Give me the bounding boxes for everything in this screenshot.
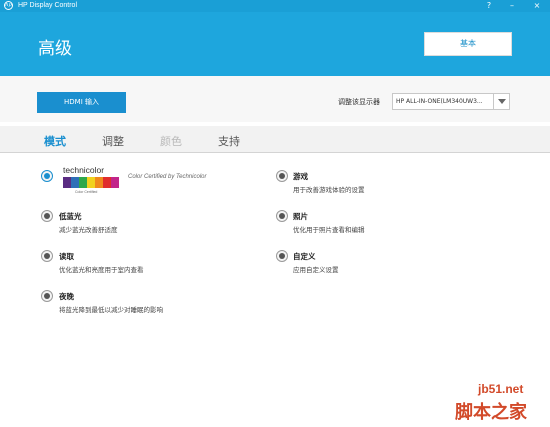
page-title: 高级 (38, 39, 72, 59)
watermark-site: jb51.net (478, 382, 524, 396)
reading-desc: 优化蓝光和亮度用于室内查看 (59, 266, 144, 274)
radio-technicolor[interactable] (41, 170, 53, 182)
low-blue-light-desc: 减少蓝光改善舒适度 (59, 226, 118, 234)
photo-desc: 优化用于照片查看和编辑 (293, 226, 365, 234)
radio-gaming[interactable] (276, 170, 288, 182)
technicolor-logo-sub: Color Certified (75, 190, 98, 194)
logo-stripe (103, 177, 111, 188)
monitor-select-label: 调整该显示器 (338, 98, 380, 106)
radio-dot (279, 173, 285, 179)
tab-bar: 模式 调整 颜色 支持 (0, 126, 550, 153)
technicolor-logo-word: technicolor (63, 165, 105, 175)
logo-stripe (87, 177, 95, 188)
low-blue-light-title: 低蓝光 (59, 212, 82, 221)
night-desc: 将蓝光降到最低以减少对睡眠的影响 (59, 306, 163, 314)
mode-options-panel: technicolor Color Certified Color Certif… (0, 154, 550, 427)
dropdown-toggle[interactable] (493, 94, 509, 109)
radio-selected-dot (44, 173, 50, 179)
radio-dot (279, 253, 285, 259)
radio-photo[interactable] (276, 210, 288, 222)
radio-reading[interactable] (41, 250, 53, 262)
basic-mode-button[interactable]: 基本 (424, 32, 512, 56)
hp-logo-icon: hp (4, 1, 13, 10)
radio-dot (44, 253, 50, 259)
hdmi-input-button[interactable]: HDMI 输入 (37, 92, 126, 113)
minimize-button[interactable]: – (505, 0, 519, 12)
logo-stripe (95, 177, 103, 188)
close-button[interactable]: × (530, 0, 544, 12)
radio-low-blue-light[interactable] (41, 210, 53, 222)
technicolor-certified-text: Color Certified by Technicolor (128, 174, 207, 180)
technicolor-logo: technicolor Color Certified (63, 165, 123, 197)
gaming-title: 游戏 (293, 172, 308, 181)
logo-stripe (111, 177, 119, 188)
logo-stripe (71, 177, 79, 188)
radio-custom[interactable] (276, 250, 288, 262)
monitor-select-value: HP ALL-IN-ONE(LM340UW3... (396, 98, 483, 105)
radio-dot (44, 213, 50, 219)
custom-title: 自定义 (293, 252, 316, 261)
reading-title: 读取 (59, 252, 74, 261)
custom-desc: 应用自定义设置 (293, 266, 339, 274)
window-title: HP Display Control (18, 2, 78, 9)
radio-night[interactable] (41, 290, 53, 302)
input-toolbar: HDMI 输入 调整该显示器 HP ALL-IN-ONE(LM340UW3... (0, 76, 550, 122)
radio-dot (44, 293, 50, 299)
gaming-desc: 用于改善游戏体验的设置 (293, 186, 365, 194)
night-title: 夜晚 (59, 292, 74, 301)
tab-mode[interactable]: 模式 (44, 133, 66, 149)
watermark-name: 脚本之家 (455, 402, 527, 423)
tab-support[interactable]: 支持 (218, 133, 240, 149)
radio-dot (279, 213, 285, 219)
tab-adjust[interactable]: 调整 (102, 133, 124, 149)
logo-stripe (79, 177, 87, 188)
chevron-down-icon (498, 99, 506, 104)
header-bar: 高级 基本 (0, 12, 550, 76)
photo-title: 照片 (293, 212, 308, 221)
help-button[interactable]: ? (482, 0, 496, 12)
monitor-select[interactable]: HP ALL-IN-ONE(LM340UW3... (392, 93, 510, 110)
logo-stripe (63, 177, 71, 188)
window-titlebar: hp HP Display Control ? – × (0, 0, 550, 12)
tab-color: 颜色 (160, 135, 182, 148)
